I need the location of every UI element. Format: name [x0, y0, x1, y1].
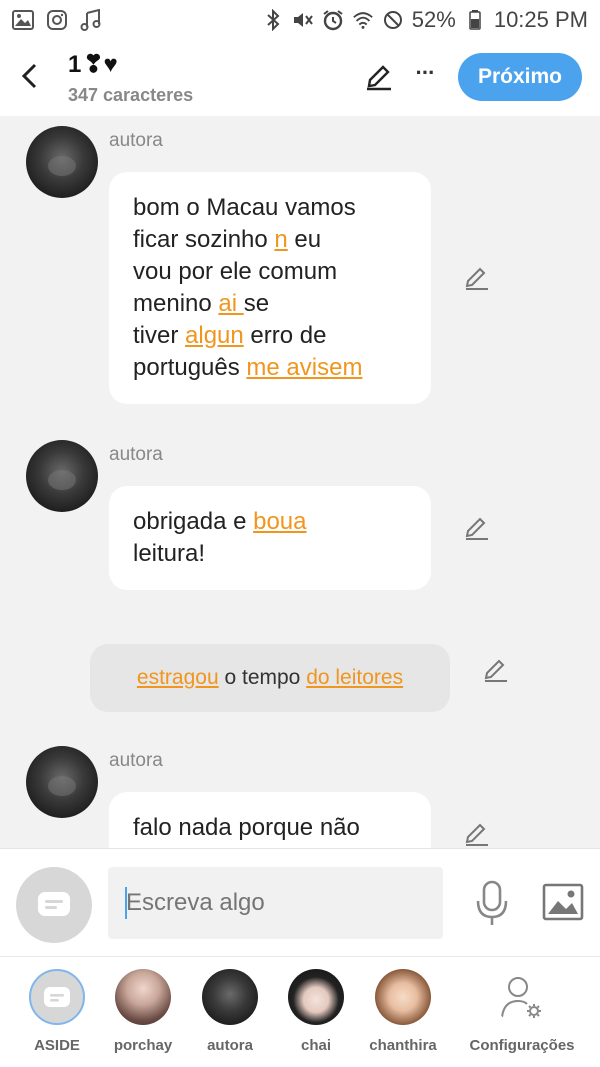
spelling-error-highlight: boua — [253, 508, 307, 535]
microphone-icon — [476, 880, 508, 925]
text-segment: vou por ele comum — [133, 258, 338, 285]
chevron-left-icon — [21, 63, 37, 89]
text-segment: bom o Macau vamos — [133, 194, 356, 221]
message-bubble[interactable]: obrigada e boua leitura! — [109, 486, 431, 590]
message-line: tiver algun erro de — [133, 320, 407, 352]
settings-button[interactable]: Configurações — [467, 969, 577, 1054]
text-segment: obrigada e — [133, 508, 254, 535]
settings-avatar — [494, 969, 550, 1025]
message-line: bom o Macau vamos — [133, 192, 407, 224]
wifi-icon — [352, 9, 374, 31]
text-segment: o tempo — [218, 666, 307, 689]
spelling-error-highlight: ai — [218, 290, 244, 317]
spelling-error-highlight: algun — [185, 322, 244, 349]
character-bar: ASIDE porchay autora chai chanthira Conf… — [0, 956, 600, 1067]
edit-title-button[interactable] — [364, 62, 396, 94]
author-name: autora — [109, 130, 163, 151]
spelling-error-highlight: me avisem — [246, 354, 363, 381]
user-settings-icon — [501, 977, 541, 1018]
bluetooth-icon — [262, 9, 284, 31]
message-mode-button[interactable] — [16, 867, 92, 943]
spelling-error-highlight: do leitores — [306, 666, 404, 689]
message-bubble[interactable]: bom o Macau vamos ficar sozinho n eu vou p… — [109, 172, 431, 404]
author-name: autora — [109, 750, 163, 771]
image-icon — [542, 883, 584, 921]
text-segment: falo nada porque não — [133, 814, 360, 841]
music-icon — [80, 9, 102, 31]
edit-icon[interactable] — [463, 820, 491, 848]
more-options-button[interactable]: ··· — [410, 60, 440, 90]
narration-bubble[interactable]: estragou o tempo do leitores — [90, 644, 450, 712]
alarm-icon — [322, 9, 344, 31]
title-text: 1 — [68, 50, 82, 78]
narration-text: estragou o tempo do leitores — [137, 666, 403, 690]
avatar — [115, 969, 171, 1025]
image-button[interactable] — [542, 883, 584, 921]
message-line: menino ai se — [133, 288, 407, 320]
title-emoji: ❣♥ — [83, 51, 118, 78]
battery-icon — [464, 9, 486, 31]
text-segment: eu — [287, 226, 322, 253]
message-line: português me avisem — [133, 352, 407, 384]
text-segment: tiver — [133, 322, 186, 349]
spelling-error-highlight: estragou — [136, 666, 219, 689]
back-button[interactable] — [14, 58, 44, 94]
gallery-icon — [12, 9, 34, 31]
text-caret — [125, 887, 127, 919]
avatar — [202, 969, 258, 1025]
clock: 10:25 PM — [493, 7, 588, 32]
title-block: 1 ❣♥ 347 caracteres — [68, 50, 193, 106]
avatar — [375, 969, 431, 1025]
author-avatar[interactable] — [26, 126, 98, 198]
status-bar: 52% 10:25 PM — [0, 0, 600, 40]
message-line: vou por ele comum — [133, 256, 407, 288]
author-name: autora — [109, 444, 163, 465]
spelling-error-highlight: n — [274, 226, 288, 253]
text-segment: leitura! — [133, 540, 206, 567]
mute-icon — [292, 9, 314, 31]
next-button[interactable]: Próximo — [458, 53, 582, 101]
message-bubble[interactable]: falo nada porque não — [109, 792, 431, 848]
story-chat-area[interactable]: autora bom o Macau vamos ficar sozinho n e… — [0, 116, 600, 848]
message-input[interactable] — [108, 867, 443, 939]
text-segment: erro de — [243, 322, 327, 349]
message-line: ficar sozinho n eu — [133, 224, 407, 256]
character-count: 347 caracteres — [68, 85, 194, 105]
edit-icon[interactable] — [482, 656, 510, 684]
chat-bubble-icon — [38, 892, 70, 916]
character-label: chanthira — [369, 1037, 437, 1054]
page-title: 1 ❣♥ — [68, 50, 193, 79]
avatar — [288, 969, 344, 1025]
message-line: obrigada e boua — [133, 506, 407, 538]
pencil-icon — [367, 65, 391, 91]
do-not-disturb-icon — [382, 9, 404, 31]
edit-icon[interactable] — [463, 264, 491, 292]
text-segment: se — [243, 290, 270, 317]
author-avatar[interactable] — [26, 746, 98, 818]
instagram-icon — [46, 9, 68, 31]
edit-icon[interactable] — [463, 514, 491, 542]
text-segment: português — [133, 354, 247, 381]
message-line: leitura! — [133, 538, 407, 570]
author-avatar[interactable] — [26, 440, 98, 512]
composer-bar — [0, 848, 600, 956]
battery-percent: 52% — [411, 7, 456, 32]
text-segment: ficar sozinho — [133, 226, 275, 253]
message-line: falo nada porque não — [133, 812, 407, 844]
settings-label: Configurações — [469, 1037, 575, 1054]
character-chanthira[interactable]: chanthira — [348, 969, 458, 1054]
editor-header: 1 ❣♥ 347 caracteres ··· Próximo — [0, 40, 600, 116]
microphone-button[interactable] — [472, 879, 512, 927]
text-segment: menino — [133, 290, 219, 317]
chat-bubble-icon — [44, 987, 70, 1007]
aside-avatar — [29, 969, 85, 1025]
